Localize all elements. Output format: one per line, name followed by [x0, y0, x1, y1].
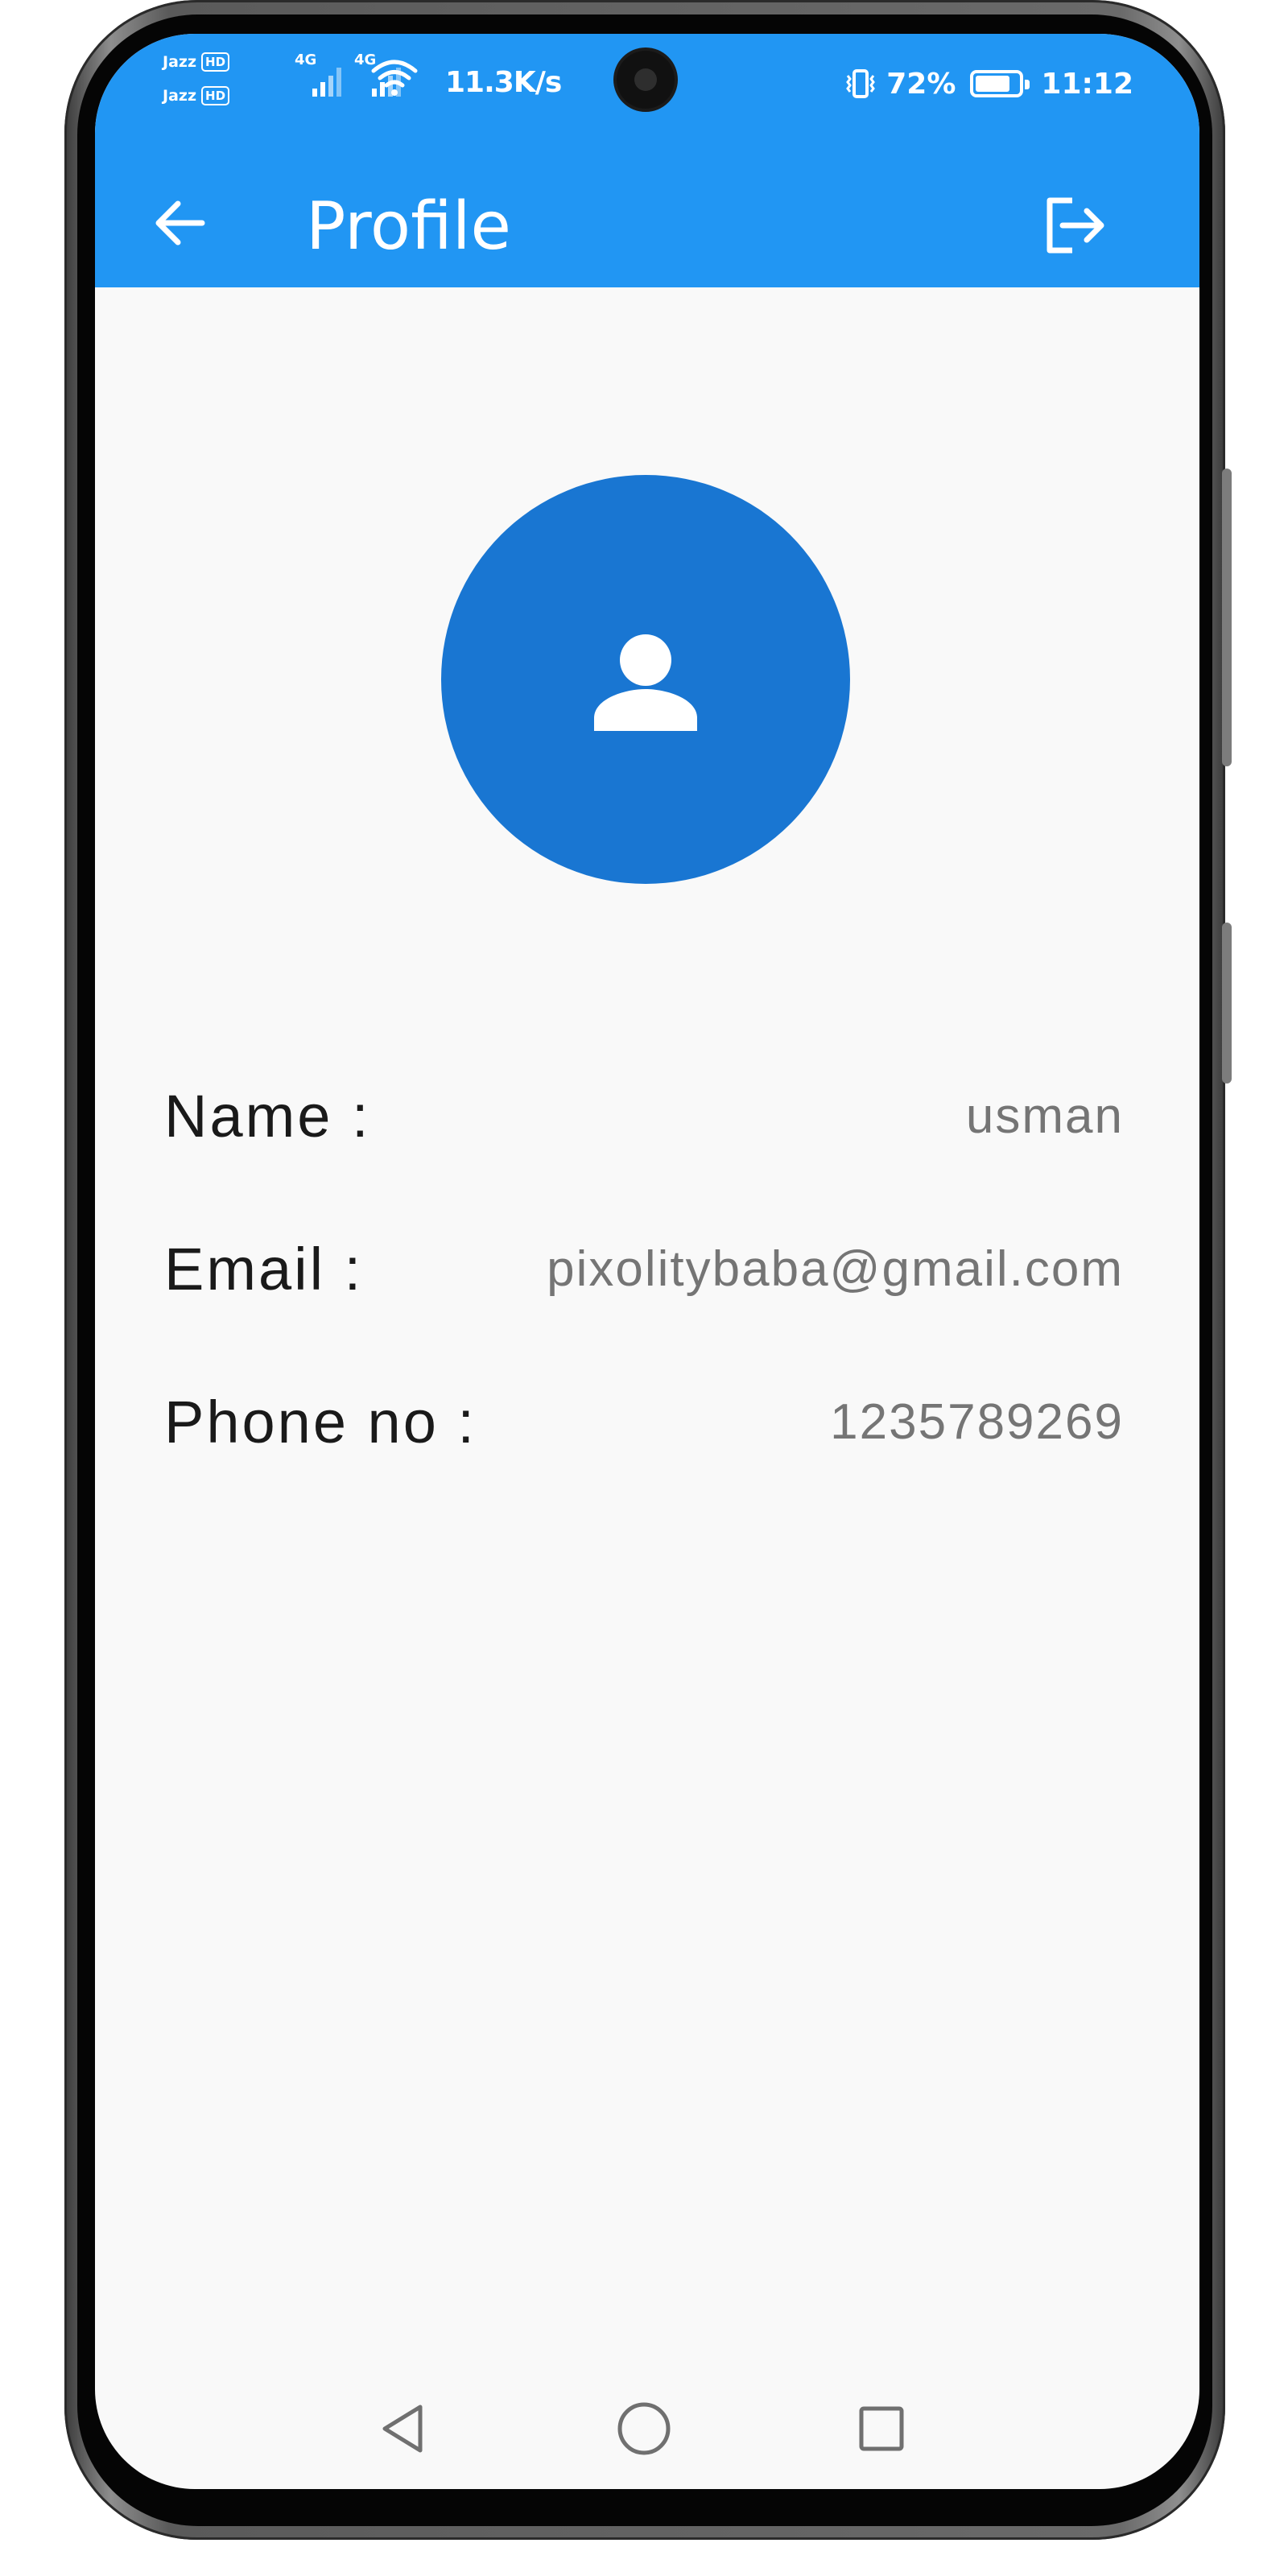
status-time: 11:12: [1041, 67, 1133, 101]
profile-row-email: Email : pixolitybaba@gmail.com: [164, 1225, 1124, 1314]
page-title: Profile: [306, 188, 511, 265]
power-button: [1222, 923, 1232, 1084]
email-label: Email :: [164, 1236, 364, 1302]
sim2-carrier: Jazz: [163, 87, 197, 105]
profile-row-name: Name : usman: [164, 1072, 1124, 1161]
nav-recents-button[interactable]: [837, 2384, 926, 2473]
nav-home-button[interactable]: [600, 2384, 688, 2473]
sim1-carrier: Jazz: [163, 53, 197, 71]
status-bar: Jazz HD Jazz HD 4G 4G 11.3K/s 72% 11:12: [95, 34, 1199, 147]
phone-value: 1235789269: [830, 1394, 1124, 1450]
system-nav-bar: [95, 2384, 1199, 2481]
signal-icon: [312, 68, 341, 97]
email-value: pixolitybaba@gmail.com: [547, 1241, 1124, 1297]
phone-label: Phone no :: [164, 1389, 477, 1455]
nav-back-button[interactable]: [359, 2384, 448, 2473]
arrow-left-icon: [155, 200, 205, 246]
vibrate-icon: [843, 66, 878, 101]
sim2-hd-badge: HD: [201, 86, 230, 105]
screen: Jazz HD Jazz HD 4G 4G 11.3K/s 72% 11:12 …: [95, 34, 1199, 2489]
nav-recents-icon: [859, 2406, 904, 2451]
sim1-hd-badge: HD: [201, 52, 230, 72]
profile-row-phone: Phone no : 1235789269: [164, 1378, 1124, 1467]
avatar: [441, 475, 850, 884]
battery-percent: 72%: [886, 67, 956, 101]
volume-button: [1222, 469, 1232, 766]
camera-cutout: [617, 51, 675, 109]
name-label: Name :: [164, 1083, 371, 1150]
sim-labels: Jazz HD Jazz HD: [163, 45, 230, 113]
nav-home-icon: [617, 2402, 671, 2455]
status-right: 72% 11:12: [843, 60, 1133, 108]
nav-back-icon: [382, 2405, 423, 2453]
back-button[interactable]: [135, 179, 224, 267]
name-value: usman: [965, 1088, 1124, 1144]
logout-button[interactable]: [1029, 181, 1117, 270]
wifi-icon: [371, 60, 418, 96]
app-bar: Jazz HD Jazz HD 4G 4G 11.3K/s 72% 11:12 …: [95, 34, 1199, 287]
battery-icon: [970, 70, 1030, 97]
person-icon: [594, 634, 697, 731]
logout-icon: [1046, 197, 1104, 254]
net-speed: 11.3K/s: [445, 66, 562, 99]
